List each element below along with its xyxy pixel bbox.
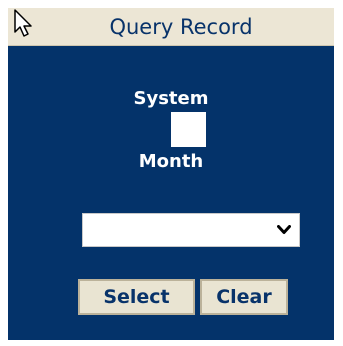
panel-header: Query Record — [8, 8, 334, 46]
month-select[interactable] — [82, 213, 300, 247]
system-checkbox[interactable] — [171, 112, 206, 147]
query-record-panel: Query Record System Month Select Clear — [8, 8, 334, 340]
system-label: System — [133, 88, 209, 109]
month-label: Month — [138, 151, 204, 172]
chevron-down-icon — [277, 225, 291, 234]
panel-title: Query Record — [109, 15, 253, 39]
clear-button[interactable]: Clear — [200, 279, 288, 315]
select-button[interactable]: Select — [78, 279, 195, 315]
